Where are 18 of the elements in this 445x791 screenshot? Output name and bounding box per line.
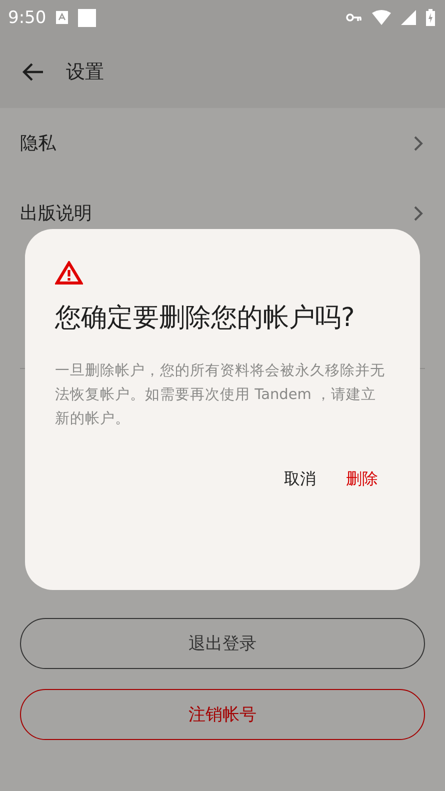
keyboard-icon xyxy=(56,11,68,24)
chevron-icon xyxy=(414,136,423,150)
dialog-message: 一旦删除帐户，您的所有资料将会被永久移除并无法恢复帐户。如需要再次使用 Tandem ，请建立新的帐户。 xyxy=(55,362,386,429)
chevron-icon xyxy=(414,206,423,220)
settings-item[interactable]: 出版说明 xyxy=(0,178,445,248)
dialog-title: 您确定要删除您的帐户吗? xyxy=(55,302,356,335)
wifi-icon xyxy=(372,10,391,25)
settings-item[interactable]: 隐私 xyxy=(0,108,445,178)
back-arrow-icon[interactable] xyxy=(22,62,44,80)
status-time: 9:50 xyxy=(8,8,46,28)
screen-title: 设置 xyxy=(66,60,104,84)
warning-icon xyxy=(55,261,83,285)
delete-button[interactable]: 删除 xyxy=(336,461,400,498)
key-icon xyxy=(346,13,362,22)
signal-icon xyxy=(401,10,416,25)
logout-button[interactable]: 退出登录 xyxy=(20,618,425,669)
cancel-button[interactable]: 取消 xyxy=(274,461,326,498)
battery-icon xyxy=(426,9,435,26)
